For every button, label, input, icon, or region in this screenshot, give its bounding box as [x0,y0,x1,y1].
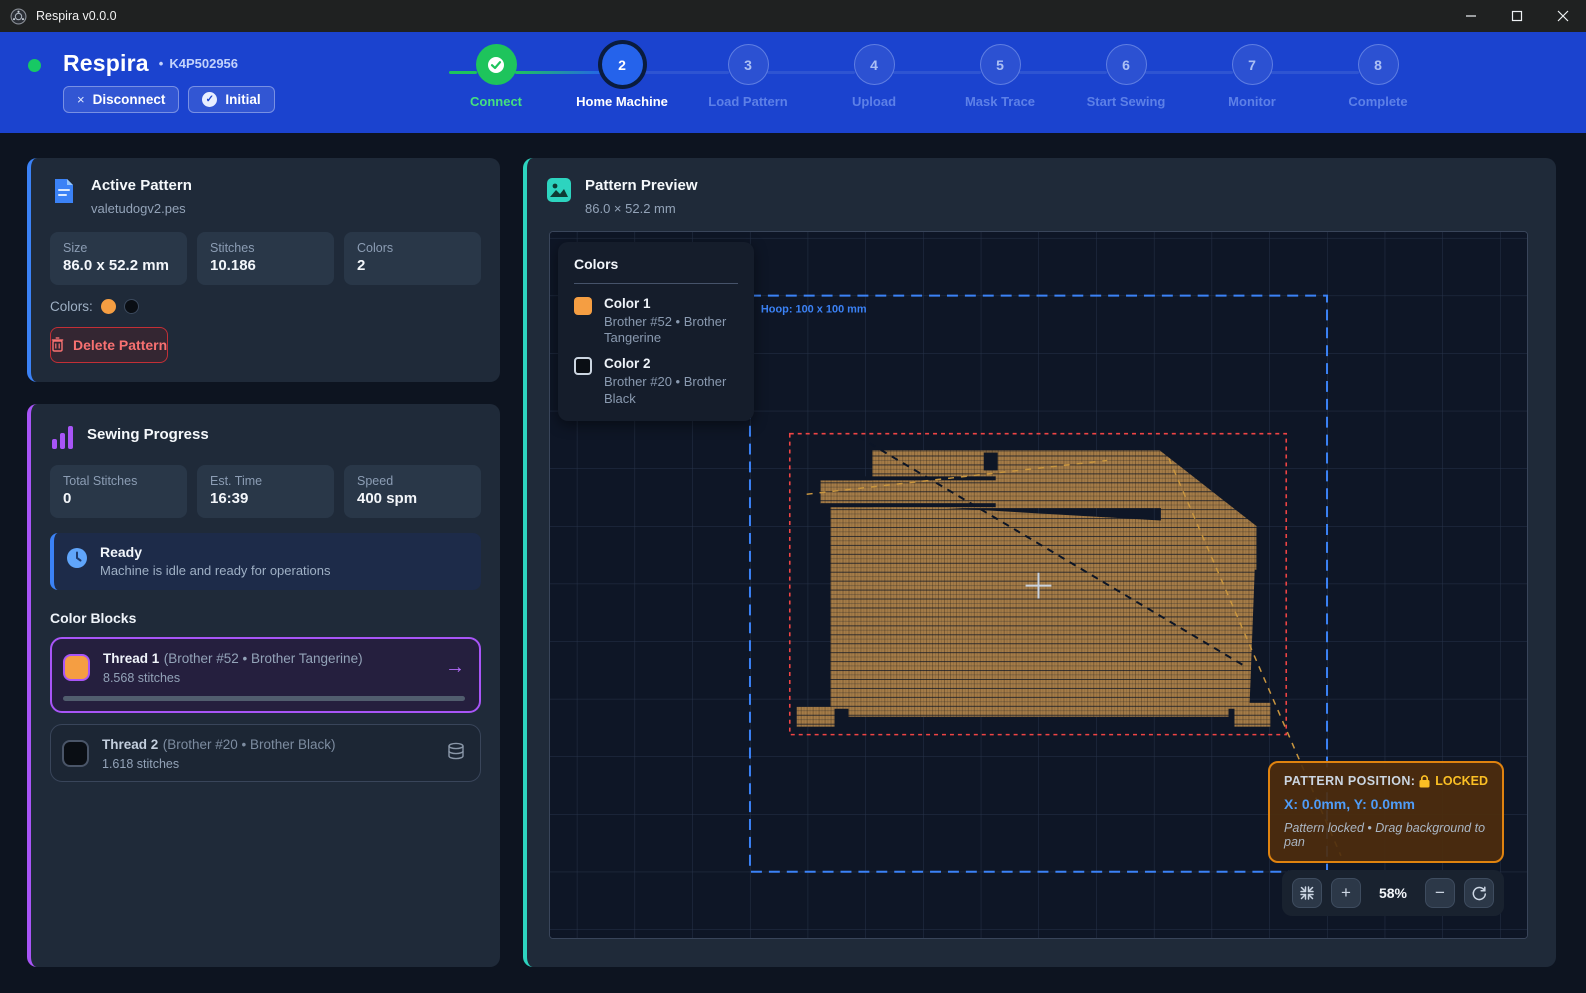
header: Respira • K4P502956 × Disconnect ✓ Initia… [0,32,1586,133]
minimize-icon[interactable] [1448,0,1494,32]
fit-to-screen-button[interactable] [1292,878,1322,908]
stat-est-time: Est. Time 16:39 [197,465,334,518]
thread-queue-icon [446,742,466,765]
preview-canvas[interactable]: Hoop: 100 x 100 mm [549,231,1528,939]
step-monitor[interactable]: 7 Monitor [1189,44,1315,109]
connection-status-dot [28,59,41,72]
step-home-machine[interactable]: 2 Home Machine [559,44,685,109]
disconnect-button[interactable]: × Disconnect [63,86,179,113]
hoop-label: Hoop: 100 x 100 mm [761,303,867,315]
pattern-position-overlay: PATTERN POSITION: LOCKED X: 0.0mm, Y: 0.… [1268,761,1504,863]
machine-serial: K4P502956 [169,56,238,71]
stat-stitches: Stitches 10.186 [197,232,334,285]
pattern-dimensions: 86.0 × 52.2 mm [585,201,698,216]
thread-active-arrow-icon: → [445,656,465,679]
window-title: Respira v0.0.0 [36,9,117,23]
document-icon [50,177,78,205]
zoom-in-button[interactable]: + [1331,878,1361,908]
status-title: Ready [100,544,331,560]
sewing-progress-title: Sewing Progress [87,426,209,445]
disconnect-x-icon: × [77,92,85,107]
pattern-filename: valetudogv2.pes [91,201,192,216]
step-complete[interactable]: 8 Complete [1315,44,1441,109]
status-description: Machine is idle and ready for operations [100,563,331,578]
stat-colors: Colors 2 [344,232,481,285]
initial-check-icon: ✓ [202,92,217,107]
step-load-pattern[interactable]: 3 Load Pattern [685,44,811,109]
legend-item-color-2: Color 2 Brother #20 • Brother Black [574,356,738,407]
wizard-stepper: Connect 2 Home Machine 3 Load Pattern 4 … [433,44,1441,109]
thread-1-swatch [63,654,90,681]
stat-size: Size 86.0 x 52.2 mm [50,232,187,285]
thread-1-progress-bar [63,696,465,701]
color-swatch-1 [101,299,116,314]
color-swatch-2 [124,299,139,314]
bar-chart-icon [52,423,73,449]
legend-item-color-1: Color 1 Brother #52 • Brother Tangerine [574,296,738,347]
image-icon [546,177,572,203]
close-icon[interactable] [1540,0,1586,32]
sewing-progress-card: Sewing Progress Total Stitches 0 Est. Ti… [27,404,500,967]
legend-swatch-2 [574,357,592,375]
legend-swatch-1 [574,297,592,315]
position-label: PATTERN POSITION: [1284,774,1415,788]
trash-icon [51,337,64,352]
zoom-level: 58% [1370,885,1416,901]
zoom-out-button[interactable]: − [1425,878,1455,908]
position-hint: Pattern locked • Drag background to pan [1284,821,1488,849]
colors-legend: Colors Color 1 Brother #52 • Brother Tan… [558,242,754,421]
titlebar: Respira v0.0.0 [0,0,1586,32]
maximize-icon[interactable] [1494,0,1540,32]
reset-view-button[interactable] [1464,878,1494,908]
brand-title: Respira [63,50,149,77]
stat-speed: Speed 400 spm [344,465,481,518]
delete-pattern-button[interactable]: Delete Pattern [50,327,168,363]
thread-block-2[interactable]: Thread 2 (Brother #20 • Brother Black) 1… [50,724,481,782]
thread-block-1[interactable]: Thread 1 (Brother #52 • Brother Tangerin… [50,637,481,713]
pattern-preview-title: Pattern Preview [585,177,698,196]
clock-icon [66,547,88,569]
active-pattern-card: Active Pattern valetudogv2.pes Size 86.0… [27,158,500,382]
serial-bullet: • [159,56,164,71]
compress-icon [1300,886,1314,900]
step-mask-trace[interactable]: 5 Mask Trace [937,44,1063,109]
refresh-icon [1472,886,1487,901]
colors-label: Colors: [50,299,93,314]
thread-2-swatch [62,740,89,767]
initial-button[interactable]: ✓ Initial [188,86,274,113]
position-coordinates: X: 0.0mm, Y: 0.0mm [1284,796,1488,812]
stat-total-stitches: Total Stitches 0 [50,465,187,518]
locked-badge: LOCKED [1419,774,1488,788]
step-upload[interactable]: 4 Upload [811,44,937,109]
color-blocks-label: Color Blocks [31,590,500,626]
machine-status-banner: Ready Machine is idle and ready for oper… [50,533,481,590]
step-start-sewing[interactable]: 6 Start Sewing [1063,44,1189,109]
legend-title: Colors [574,256,738,272]
app-icon [10,8,27,25]
active-pattern-title: Active Pattern [91,177,192,196]
lock-icon [1419,775,1430,788]
step-connect[interactable]: Connect [433,44,559,109]
pattern-preview-card: Pattern Preview 86.0 × 52.2 mm [523,158,1556,967]
step-connect-check-icon [476,44,517,85]
zoom-controls: + 58% − [1282,870,1504,916]
